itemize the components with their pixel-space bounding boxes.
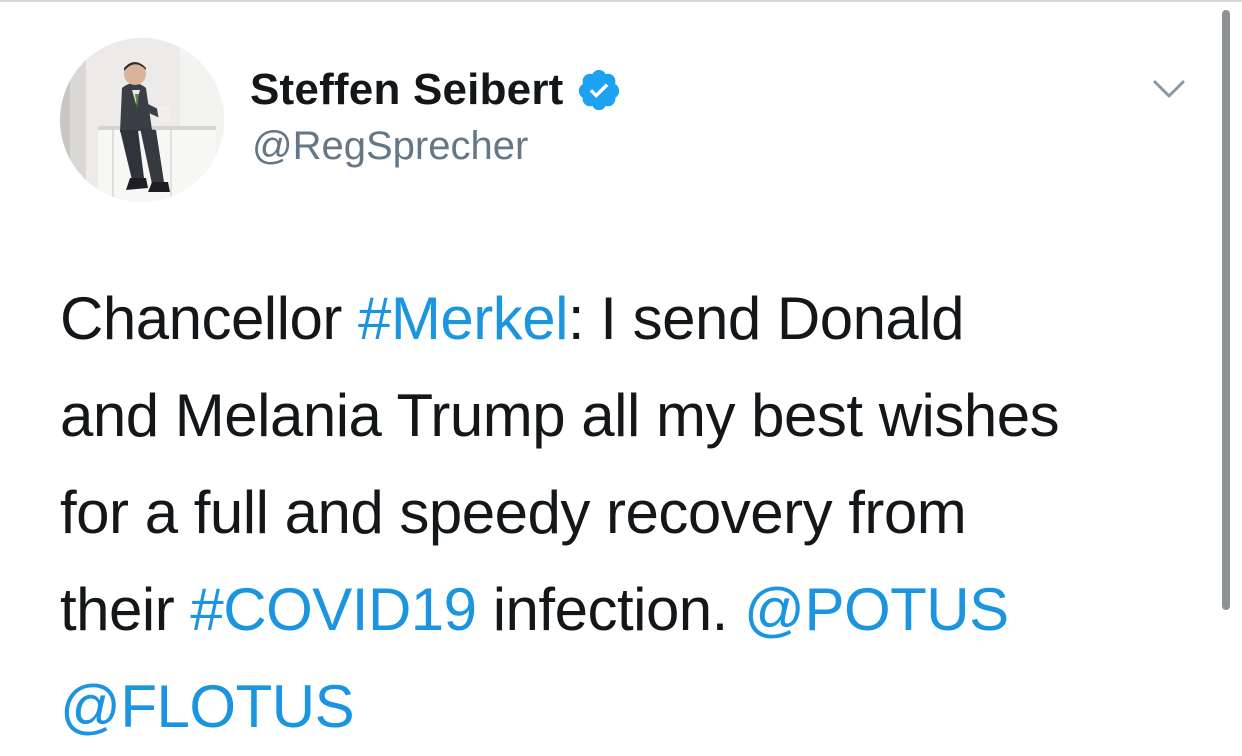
tweet-text-line: @FLOTUS — [60, 658, 1200, 755]
hashtag-link[interactable]: #Merkel — [358, 285, 568, 352]
avatar-photo — [60, 38, 224, 202]
tweet-options-button[interactable] — [1146, 70, 1192, 110]
tweet-text-segment: and Melania Trump all my best wishes — [60, 382, 1060, 449]
tweet-text-line: Chancellor #Merkel: I send Donald — [60, 270, 1200, 367]
tweet-text: Chancellor #Merkel: I send Donald and Mel… — [60, 270, 1200, 755]
top-divider — [0, 0, 1242, 2]
hashtag-link[interactable]: #COVID19 — [190, 576, 477, 643]
mention-link[interactable]: @POTUS — [744, 576, 1009, 643]
mention-link[interactable]: @FLOTUS — [60, 673, 355, 740]
chevron-down-icon — [1153, 80, 1185, 98]
tweet-text-line: and Melania Trump all my best wishes — [60, 367, 1200, 464]
tweet-text-segment: their — [60, 576, 191, 643]
tweet-text-segment: infection. — [476, 576, 745, 643]
author-display-name[interactable]: Steffen Seibert — [250, 65, 564, 115]
author-handle[interactable]: @RegSprecher — [252, 124, 528, 169]
scrollbar[interactable] — [1222, 10, 1230, 610]
tweet-text-segment: Chancellor — [60, 285, 358, 352]
tweet-text-line: their #COVID19 infection. @POTUS — [60, 561, 1200, 658]
author-name-row[interactable]: Steffen Seibert — [250, 62, 622, 118]
tweet-text-segment: for a full and speedy recovery from — [60, 479, 967, 546]
tweet-text-line: for a full and speedy recovery from — [60, 464, 1200, 561]
verified-badge-icon — [576, 67, 622, 113]
tweet-text-segment: : I send Donald — [567, 285, 965, 352]
avatar[interactable] — [60, 38, 224, 202]
